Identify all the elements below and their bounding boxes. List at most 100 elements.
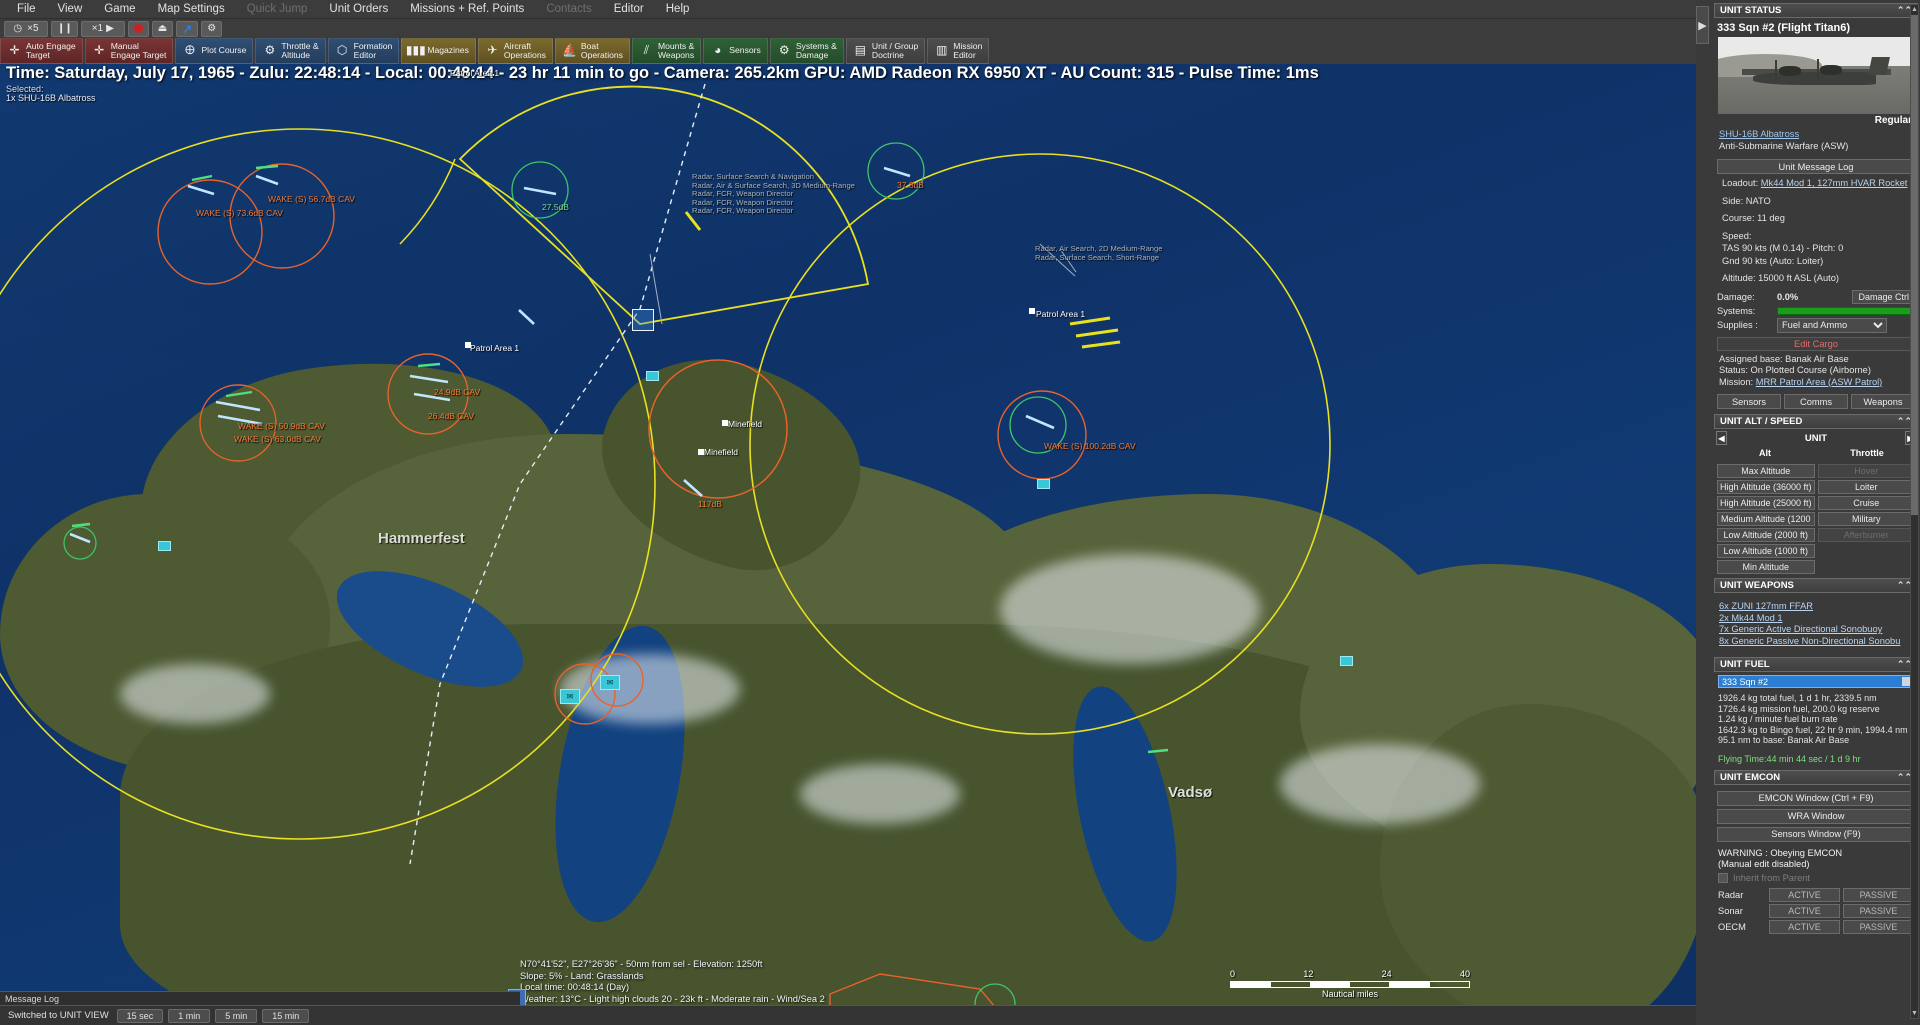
- scroll-up-icon[interactable]: ▲: [1911, 5, 1918, 14]
- magazines-button[interactable]: ▮▮▮ Magazines: [401, 38, 476, 64]
- throttle-altitude-button[interactable]: ⚙ Throttle & Altitude: [255, 38, 325, 64]
- section-title: UNIT EMCON: [1720, 772, 1780, 783]
- tab-sensors[interactable]: Sensors: [1717, 394, 1781, 409]
- alt-max-altitude[interactable]: Max Altitude: [1717, 464, 1815, 478]
- menu-item-file[interactable]: File: [6, 0, 47, 19]
- timebutton-5min[interactable]: 5 min: [215, 1009, 257, 1023]
- supplies-select[interactable]: Fuel and Ammo: [1777, 318, 1887, 333]
- chevron-left-icon[interactable]: ◀: [1716, 431, 1727, 445]
- tactical-map[interactable]: Time: Saturday, July 17, 1965 - Zulu: 22…: [0, 64, 1696, 1025]
- menu-item-map-settings[interactable]: Map Settings: [147, 0, 236, 19]
- aircraft-operations-button[interactable]: ✈ Aircraft Operations: [478, 38, 553, 64]
- unit-emcon-header[interactable]: UNIT EMCON ⌃⌃: [1714, 770, 1918, 785]
- emcon-warning-line2: (Manual edit disabled): [1718, 859, 1914, 870]
- alt-min-altitude[interactable]: Min Altitude: [1717, 560, 1815, 574]
- wra-window-button[interactable]: WRA Window: [1717, 809, 1915, 824]
- manual-engage-target-button[interactable]: ✛ Manual Engage Target: [85, 38, 174, 64]
- weapon-item[interactable]: 7x Generic Active Directional Sonobuoy: [1719, 624, 1882, 634]
- category-label: Mission Editor: [953, 42, 982, 61]
- mission-link[interactable]: MRR Patrol Area (ASW Patrol): [1756, 377, 1883, 387]
- menu-item-unit-orders[interactable]: Unit Orders: [318, 0, 399, 19]
- emcon-oecm-active[interactable]: ACTIVE: [1769, 920, 1840, 934]
- ship-marker[interactable]: ✉: [560, 689, 580, 704]
- timebutton-1min[interactable]: 1 min: [168, 1009, 210, 1023]
- inherit-label: Inherit from Parent: [1733, 873, 1810, 883]
- minefield-marker[interactable]: [722, 420, 728, 426]
- aircraft-marker[interactable]: [1037, 479, 1050, 489]
- sensors-window-button[interactable]: Sensors Window (F9): [1717, 827, 1915, 842]
- aircraft-marker[interactable]: [158, 541, 171, 551]
- scrollbar-thumb[interactable]: [1911, 15, 1918, 515]
- scroll-down-icon[interactable]: ▼: [1911, 1009, 1918, 1018]
- fuel-selected-unit: 333 Sqn #2: [1722, 677, 1768, 687]
- emcon-oecm-passive[interactable]: PASSIVE: [1843, 920, 1914, 934]
- damage-ctrl-button[interactable]: Damage Ctrl: [1852, 290, 1915, 304]
- gear-icon: ⚙: [262, 44, 277, 59]
- menu-item-view[interactable]: View: [47, 0, 94, 19]
- pause-button[interactable]: ❙❙: [51, 21, 78, 37]
- unit-group-doctrine-button[interactable]: ▤ Unit / Group Doctrine: [846, 38, 925, 64]
- weapon-item[interactable]: 8x Generic Passive Non-Directional Sonob…: [1719, 636, 1900, 646]
- alt-high-25000[interactable]: High Altitude (25000 ft): [1717, 496, 1815, 510]
- share-button[interactable]: ↗: [176, 21, 198, 37]
- fuel-unit-selector[interactable]: 333 Sqn #2: [1718, 675, 1914, 688]
- aircraft-marker[interactable]: [646, 371, 659, 381]
- panel-scrollbar[interactable]: ▲ ▼: [1910, 4, 1919, 1019]
- menu-item-game[interactable]: Game: [93, 0, 146, 19]
- chevron-right-icon[interactable]: ▶: [1696, 6, 1709, 44]
- minefield-marker[interactable]: [698, 449, 704, 455]
- aircraft-marker[interactable]: [1340, 656, 1353, 666]
- throttle-loiter[interactable]: Loiter: [1818, 480, 1916, 494]
- boat-operations-button[interactable]: ⛵ Boat Operations: [555, 38, 630, 64]
- waypoint-marker[interactable]: [465, 342, 471, 348]
- plot-course-button[interactable]: 🜨 Plot Course: [175, 38, 253, 64]
- mount-icon: ⫽: [639, 44, 654, 59]
- scale-tick: 12: [1303, 969, 1313, 979]
- throttle-cruise[interactable]: Cruise: [1818, 496, 1916, 510]
- tab-weapons[interactable]: Weapons: [1851, 394, 1915, 409]
- tab-comms[interactable]: Comms: [1784, 394, 1848, 409]
- menu-item-help[interactable]: Help: [655, 0, 701, 19]
- weapon-item[interactable]: 2x Mk44 Mod 1: [1719, 613, 1783, 623]
- mounts-weapons-button[interactable]: ⫽ Mounts & Weapons: [632, 38, 701, 64]
- sensors-button[interactable]: ◕ Sensors: [703, 38, 768, 64]
- contact-label: WAKE (S) 56.7dB CAV: [268, 195, 355, 205]
- menu-item-missions-ref-points[interactable]: Missions + Ref. Points: [399, 0, 535, 19]
- throttle-military[interactable]: Military: [1818, 512, 1916, 526]
- systems-damage-button[interactable]: ⚙ Systems & Damage: [770, 38, 844, 64]
- auto-engage-target-button[interactable]: ✛ Auto Engage Target: [0, 38, 83, 64]
- unit-class-link[interactable]: SHU-16B Albatross: [1719, 129, 1799, 139]
- waypoint-marker[interactable]: [1029, 308, 1035, 314]
- unit-message-log-button[interactable]: Unit Message Log: [1717, 159, 1915, 174]
- emcon-radar-passive[interactable]: PASSIVE: [1843, 888, 1914, 902]
- step-button[interactable]: ×1 ▶: [81, 21, 125, 37]
- alt-low-2000[interactable]: Low Altitude (2000 ft): [1717, 528, 1815, 542]
- selected-unit-marker[interactable]: [632, 309, 654, 331]
- timebutton-15sec[interactable]: 15 sec: [117, 1009, 164, 1023]
- timebutton-15min[interactable]: 15 min: [262, 1009, 309, 1023]
- unit-alt-speed-header[interactable]: UNIT ALT / SPEED ⌃⌃: [1714, 414, 1918, 429]
- ship-marker[interactable]: ✉: [600, 675, 620, 690]
- game-speed-button[interactable]: ◷ ×5: [4, 21, 48, 37]
- contact-label: 117dB: [698, 500, 722, 510]
- mission-editor-button[interactable]: ▥ Mission Editor: [927, 38, 989, 64]
- unit-status-line: Status: On Plotted Course (Airborne): [1719, 365, 1915, 377]
- settings-button[interactable]: ⚙: [201, 21, 222, 37]
- emcon-window-button[interactable]: EMCON Window (Ctrl + F9): [1717, 791, 1915, 806]
- unit-weapons-header[interactable]: UNIT WEAPONS ⌃⌃: [1714, 578, 1918, 593]
- alt-medium-12000[interactable]: Medium Altitude (1200: [1717, 512, 1815, 526]
- loadout-link[interactable]: Mk44 Mod 1, 127mm HVAR Rocket: [1761, 178, 1908, 188]
- menu-item-editor[interactable]: Editor: [603, 0, 655, 19]
- unit-status-header[interactable]: UNIT STATUS ⌃⌃: [1714, 3, 1918, 18]
- message-log-bar[interactable]: Message Log: [0, 991, 520, 1005]
- record-button[interactable]: [128, 21, 149, 37]
- alt-low-1000[interactable]: Low Altitude (1000 ft): [1717, 544, 1815, 558]
- emcon-sonar-passive[interactable]: PASSIVE: [1843, 904, 1914, 918]
- formation-editor-button[interactable]: ⬡ Formation Editor: [328, 38, 400, 64]
- weapon-item[interactable]: 6x ZUNI 127mm FFAR: [1719, 601, 1813, 611]
- unit-fuel-header[interactable]: UNIT FUEL ⌃⌃: [1714, 657, 1918, 672]
- emcon-sonar-active[interactable]: ACTIVE: [1769, 904, 1840, 918]
- alt-high-36000[interactable]: High Altitude (36000 ft): [1717, 480, 1815, 494]
- layers-button[interactable]: ⏏: [152, 21, 173, 37]
- emcon-radar-active[interactable]: ACTIVE: [1769, 888, 1840, 902]
